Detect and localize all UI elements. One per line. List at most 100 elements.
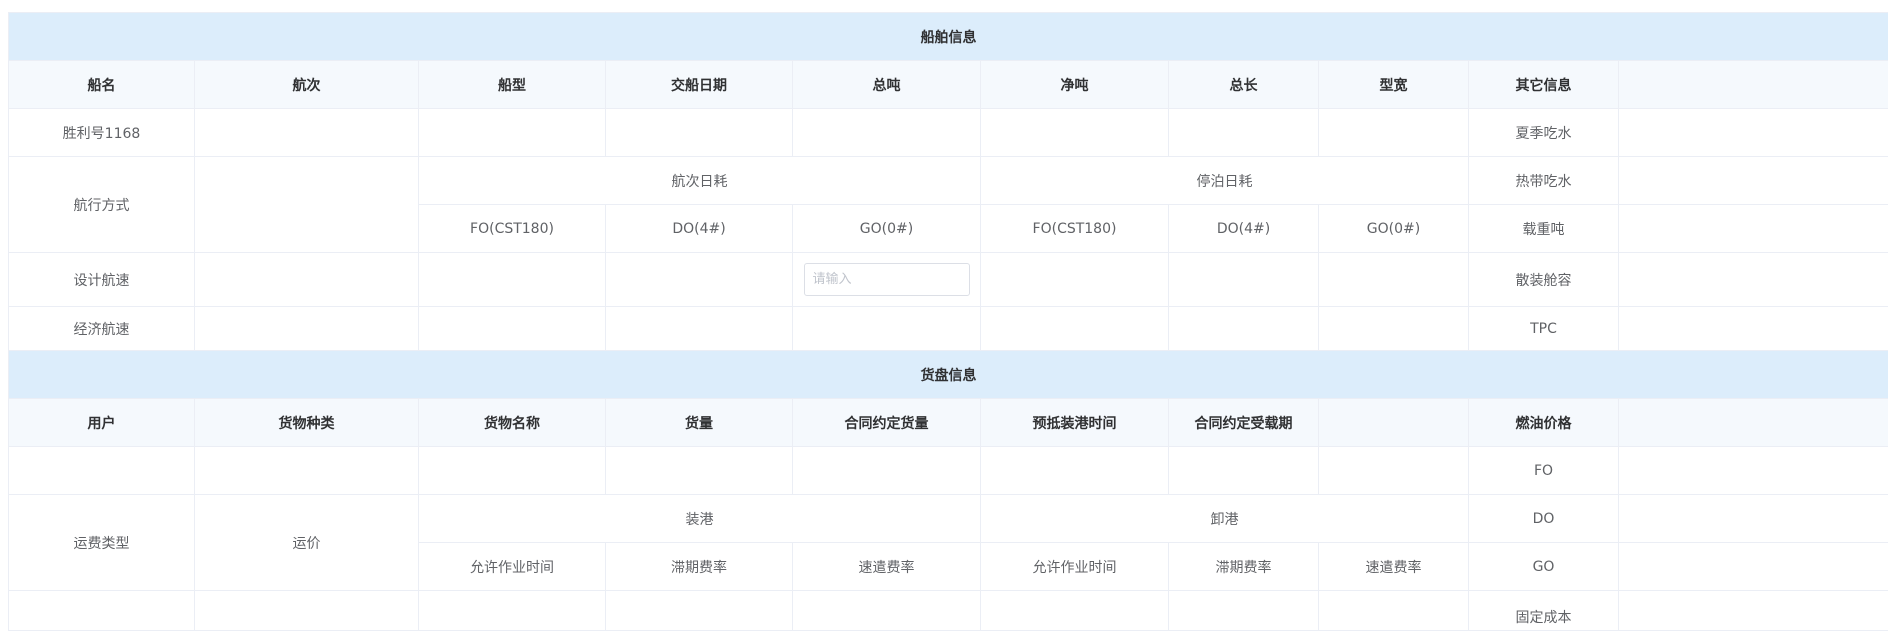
col-header-blank <box>1319 399 1469 447</box>
fixed-cost-cell[interactable] <box>1619 591 1888 631</box>
cargo-category-cell[interactable] <box>195 447 419 495</box>
label-economic-speed: 经济航速 <box>9 307 195 351</box>
discharge-laytime-label: 允许作业时间 <box>981 543 1169 591</box>
contract-quantity-cell[interactable] <box>793 447 981 495</box>
economic-berthing-fo-cell[interactable] <box>981 307 1169 351</box>
discharge-despatch-label: 速遣费率 <box>1319 543 1469 591</box>
net-tonnage-cell[interactable] <box>981 109 1169 157</box>
label-design-speed: 设计航速 <box>9 253 195 307</box>
col-header-eta-loading-port: 预抵装港时间 <box>981 399 1169 447</box>
discharge-demurrage-cell[interactable] <box>1169 591 1319 631</box>
col-header-length-overall: 总长 <box>1169 61 1319 109</box>
col-header-user: 用户 <box>9 399 195 447</box>
cargo-section-title: 货盘信息 <box>9 351 1888 399</box>
summer-draft-cell[interactable] <box>1619 109 1888 157</box>
berthing-go-label: GO(0#) <box>1319 205 1469 253</box>
col-header-cargo-quantity: 货量 <box>606 399 793 447</box>
length-overall-cell[interactable] <box>1169 109 1319 157</box>
label-deadweight: 载重吨 <box>1469 205 1619 253</box>
design-speed-cell[interactable] <box>195 253 419 307</box>
cargo-quantity-cell[interactable] <box>606 447 793 495</box>
label-do-price: DO <box>1469 495 1619 543</box>
discharge-laytime-cell[interactable] <box>981 591 1169 631</box>
design-berthing-do-cell[interactable] <box>1169 253 1319 307</box>
label-discharge-port: 卸港 <box>981 495 1469 543</box>
freight-rate-value-cell[interactable] <box>195 591 419 631</box>
gross-tonnage-cell[interactable] <box>793 109 981 157</box>
fixed-cost-row: 固定成本 <box>9 591 1888 631</box>
voyage-go-label: GO(0#) <box>793 205 981 253</box>
voyage-fo-label: FO(CST180) <box>419 205 606 253</box>
label-freight-rate: 运价 <box>195 495 419 591</box>
delivery-date-cell[interactable] <box>606 109 793 157</box>
label-berthing-daily-consumption: 停泊日耗 <box>981 157 1469 205</box>
label-bulk-capacity: 散装舱容 <box>1469 253 1619 307</box>
economic-berthing-do-cell[interactable] <box>1169 307 1319 351</box>
ship-section-title: 船舶信息 <box>9 13 1888 61</box>
label-voyage-daily-consumption: 航次日耗 <box>419 157 981 205</box>
design-voyage-do-cell[interactable] <box>606 253 793 307</box>
sailing-mode-row-1: 航行方式 航次日耗 停泊日耗 热带吃水 <box>9 157 1888 205</box>
discharge-demurrage-label: 滞期费率 <box>1169 543 1319 591</box>
blank-cell[interactable] <box>1319 447 1469 495</box>
col-header-net-tonnage: 净吨 <box>981 61 1169 109</box>
col-header-ship-name: 船名 <box>9 61 195 109</box>
economic-speed-cell[interactable] <box>195 307 419 351</box>
loading-laytime-cell[interactable] <box>419 591 606 631</box>
col-header-laycan: 合同约定受载期 <box>1169 399 1319 447</box>
tropical-draft-cell[interactable] <box>1619 157 1888 205</box>
col-header-other-info: 其它信息 <box>1469 61 1619 109</box>
design-voyage-fo-cell[interactable] <box>419 253 606 307</box>
info-table-wrapper: 船舶信息 船名 航次 船型 交船日期 总吨 净吨 总长 型宽 其它信息 胜利号1… <box>8 12 1888 631</box>
loading-demurrage-label: 滞期费率 <box>606 543 793 591</box>
col-header-empty-2 <box>1619 399 1888 447</box>
fo-price-cell[interactable] <box>1619 447 1888 495</box>
label-sailing-mode: 航行方式 <box>9 157 195 253</box>
voyage-go-input[interactable] <box>804 263 970 296</box>
moulded-breadth-cell[interactable] <box>1319 109 1469 157</box>
loading-despatch-label: 速遣费率 <box>793 543 981 591</box>
col-header-gross-tonnage: 总吨 <box>793 61 981 109</box>
voyage-do-label: DO(4#) <box>606 205 793 253</box>
laycan-cell[interactable] <box>1169 447 1319 495</box>
voyage-cell[interactable] <box>195 109 419 157</box>
economic-voyage-fo-cell[interactable] <box>419 307 606 351</box>
loading-despatch-cell[interactable] <box>793 591 981 631</box>
do-price-cell[interactable] <box>1619 495 1888 543</box>
ship-type-cell[interactable] <box>419 109 606 157</box>
economic-voyage-go-cell[interactable] <box>793 307 981 351</box>
cargo-name-cell[interactable] <box>419 447 606 495</box>
design-speed-row: 设计航速 散装舱容 <box>9 253 1888 307</box>
col-header-delivery-date: 交船日期 <box>606 61 793 109</box>
tpc-cell[interactable] <box>1619 307 1888 351</box>
label-loading-port: 装港 <box>419 495 981 543</box>
cargo-column-header-row: 用户 货物种类 货物名称 货量 合同约定货量 预抵装港时间 合同约定受载期 燃油… <box>9 399 1888 447</box>
go-price-cell[interactable] <box>1619 543 1888 591</box>
economic-speed-row: 经济航速 TPC <box>9 307 1888 351</box>
design-voyage-go-cell <box>793 253 981 307</box>
ship-name-value: 胜利号1168 <box>9 109 195 157</box>
label-fo-price: FO <box>1469 447 1619 495</box>
label-summer-draft: 夏季吃水 <box>1469 109 1619 157</box>
economic-voyage-do-cell[interactable] <box>606 307 793 351</box>
economic-berthing-go-cell[interactable] <box>1319 307 1469 351</box>
eta-loading-port-cell[interactable] <box>981 447 1169 495</box>
design-berthing-fo-cell[interactable] <box>981 253 1169 307</box>
design-berthing-go-cell[interactable] <box>1319 253 1469 307</box>
deadweight-cell[interactable] <box>1619 205 1888 253</box>
col-header-fuel-price: 燃油价格 <box>1469 399 1619 447</box>
label-tpc: TPC <box>1469 307 1619 351</box>
voyage-info-table: 船舶信息 船名 航次 船型 交船日期 总吨 净吨 总长 型宽 其它信息 胜利号1… <box>8 12 1888 631</box>
loading-demurrage-cell[interactable] <box>606 591 793 631</box>
col-header-empty <box>1619 61 1888 109</box>
ship-column-header-row: 船名 航次 船型 交船日期 总吨 净吨 总长 型宽 其它信息 <box>9 61 1888 109</box>
freight-type-value-cell[interactable] <box>9 591 195 631</box>
berthing-fo-label: FO(CST180) <box>981 205 1169 253</box>
bulk-capacity-cell[interactable] <box>1619 253 1888 307</box>
sailing-mode-cell[interactable] <box>195 157 419 253</box>
col-header-moulded-breadth: 型宽 <box>1319 61 1469 109</box>
ship-section-header-row: 船舶信息 <box>9 13 1888 61</box>
user-cell[interactable] <box>9 447 195 495</box>
freight-row-1: 运费类型 运价 装港 卸港 DO <box>9 495 1888 543</box>
discharge-despatch-cell[interactable] <box>1319 591 1469 631</box>
